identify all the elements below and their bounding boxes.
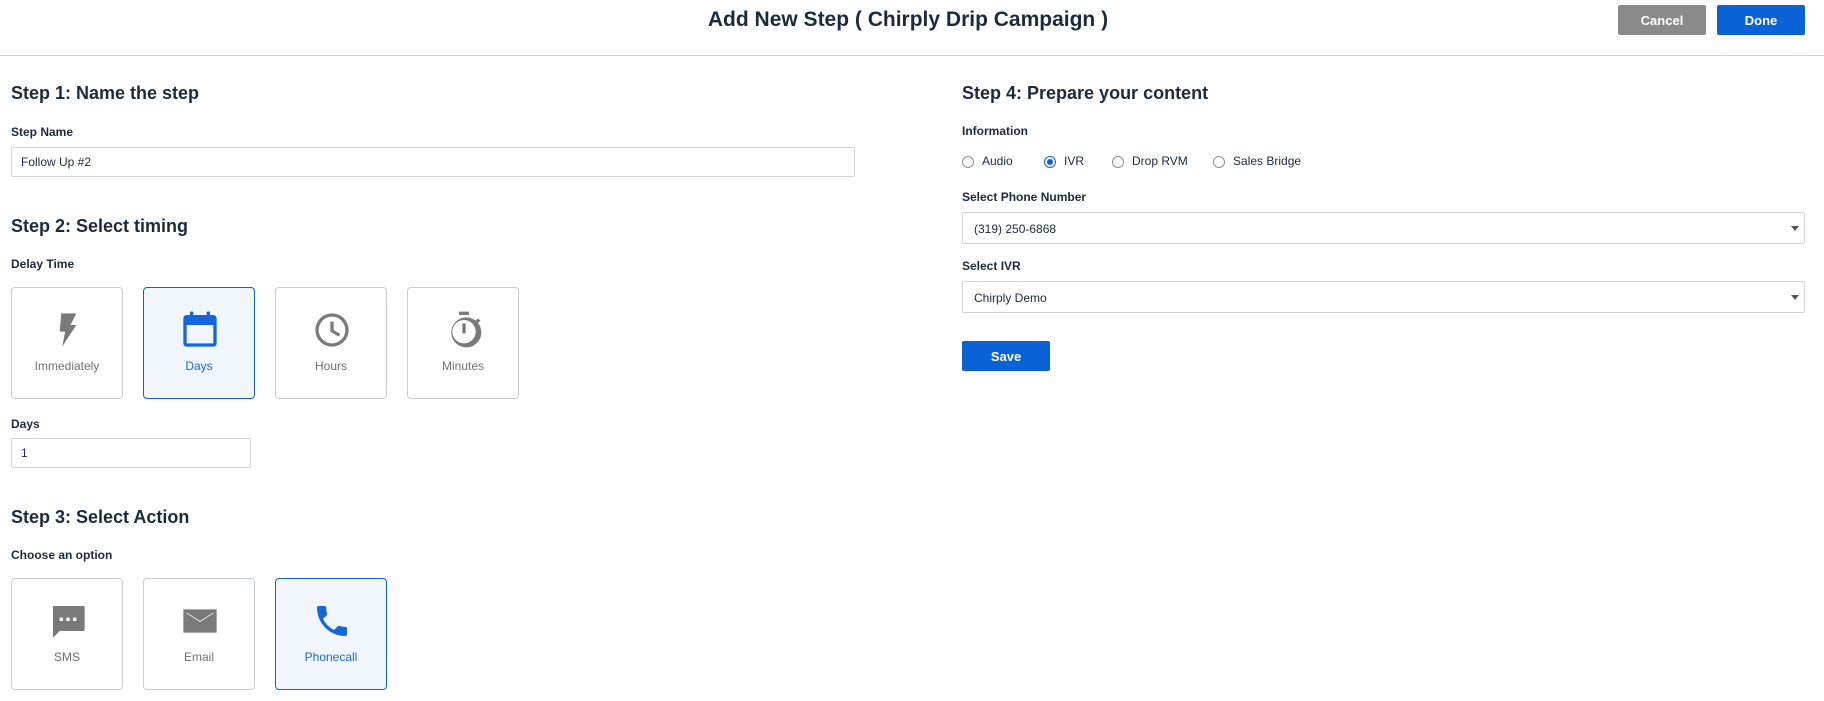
save-button[interactable]: Save — [962, 341, 1050, 371]
lightning-icon — [48, 310, 88, 350]
cancel-button[interactable]: Cancel — [1618, 5, 1706, 35]
timing-option-immediately[interactable]: Immediately — [11, 287, 123, 399]
phone-number-value: (319) 250-6868 — [974, 222, 1057, 236]
chevron-down-icon — [1791, 295, 1799, 300]
stopwatch-icon — [444, 310, 484, 350]
step1-title: Step 1: Name the step — [11, 83, 200, 103]
step-name-label: Step Name — [11, 125, 74, 139]
days-label: Days — [11, 417, 40, 431]
radio-label: Drop RVM — [1132, 154, 1188, 168]
phone-icon — [312, 601, 352, 641]
radio-button[interactable] — [1112, 156, 1124, 168]
action-option-label: SMS — [53, 650, 80, 664]
step2-title: Step 2: Select timing — [11, 216, 189, 236]
radio-button[interactable] — [1044, 156, 1056, 168]
page-header: Add New Step ( Chirply Drip Campaign ) C… — [0, 0, 1824, 56]
timing-option-hours[interactable]: Hours — [275, 287, 387, 399]
choose-option-label: Choose an option — [11, 548, 113, 562]
radio-label: IVR — [1064, 154, 1085, 168]
done-button[interactable]: Done — [1717, 5, 1805, 35]
timing-option-label: Immediately — [34, 359, 100, 373]
radio-label: Audio — [982, 154, 1013, 168]
action-option-email[interactable]: Email — [143, 578, 255, 690]
days-input[interactable] — [11, 438, 251, 468]
phone-number-select[interactable]: (319) 250-6868 — [962, 212, 1805, 244]
select-ivr-label: Select IVR — [962, 259, 1021, 273]
chat-bubble-icon — [48, 601, 88, 641]
timing-option-days[interactable]: Days — [143, 287, 255, 399]
action-option-label: Email — [183, 650, 214, 664]
timing-option-label: Days — [185, 359, 213, 373]
delay-time-label: Delay Time — [11, 257, 75, 271]
ivr-value: Chirply Demo — [974, 291, 1047, 305]
action-option-phonecall[interactable]: Phonecall — [275, 578, 387, 690]
step3-title: Step 3: Select Action — [11, 507, 190, 527]
action-option-label: Phonecall — [304, 650, 358, 664]
envelope-icon — [180, 601, 220, 641]
action-option-sms[interactable]: SMS — [11, 578, 123, 690]
step4-title: Step 4: Prepare your content — [962, 83, 1209, 103]
timing-option-label: Minutes — [441, 359, 485, 373]
ivr-select[interactable]: Chirply Demo — [962, 281, 1805, 313]
radio-label: Sales Bridge — [1233, 154, 1302, 168]
information-label: Information — [962, 124, 1028, 138]
timing-option-minutes[interactable]: Minutes — [407, 287, 519, 399]
timing-option-label: Hours — [314, 359, 347, 373]
calendar-icon — [180, 310, 220, 350]
clock-icon — [312, 310, 352, 350]
select-phone-number-label: Select Phone Number — [962, 190, 1087, 204]
chevron-down-icon — [1791, 226, 1799, 231]
radio-button[interactable] — [1213, 156, 1225, 168]
step-name-input[interactable] — [11, 147, 855, 177]
radio-button[interactable] — [962, 156, 974, 168]
page-title: Add New Step ( Chirply Drip Campaign ) — [707, 8, 1109, 31]
